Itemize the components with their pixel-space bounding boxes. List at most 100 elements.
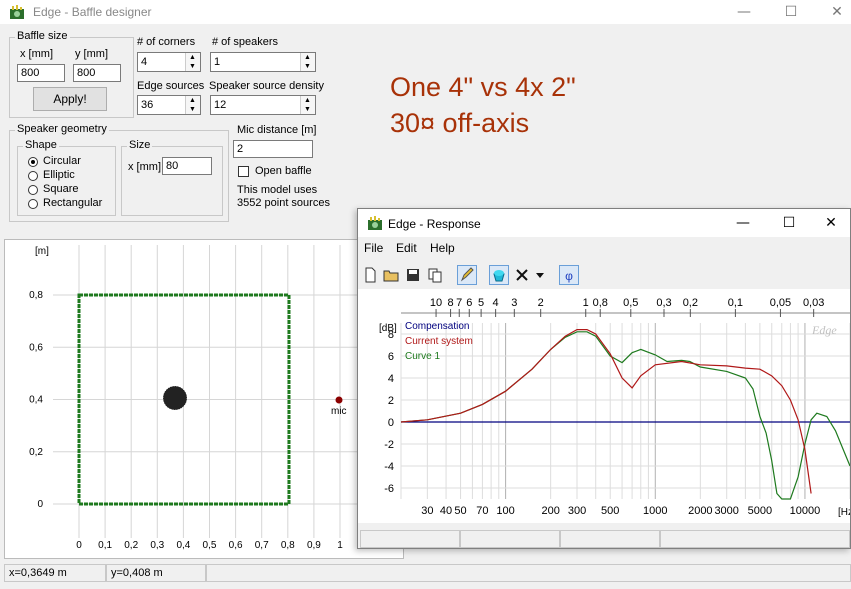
x-tick-label: 10000 [790,505,821,517]
minimize-button[interactable]: — [721,0,767,24]
edge-sources-spinner[interactable]: 36 ▲ ▼ [137,95,201,115]
mic-distance-input[interactable]: 2 [233,140,313,158]
baffle-size-group: Baffle size x [mm] y [mm] 800 800 Apply! [9,30,134,118]
x-tick-label: 2000 [688,505,712,517]
response-close-button[interactable]: ✕ [812,211,850,235]
source-density-spinner[interactable]: 12 ▲ ▼ [210,95,316,115]
baffle-size-label: Baffle size [15,30,70,42]
top-axis-label: 0,03 [803,297,824,309]
radio-square-label: Square [43,183,79,195]
speaker-geometry-label: Speaker geometry [15,123,109,135]
cross-icon[interactable] [512,265,532,285]
speakers-value: 1 [214,56,221,68]
y-tick-label: -2 [384,439,394,451]
top-axis-label: 0,1 [728,297,743,309]
radio-square[interactable] [28,185,38,195]
baffle-y-input[interactable]: 800 [73,64,121,82]
y-tick-label: 2 [388,395,394,407]
top-axis-label: 2 [538,297,544,309]
x-tick-label: 3000 [714,505,738,517]
speakers-spinner[interactable]: 1 ▲ ▼ [210,52,316,72]
source-density-spin-buttons[interactable]: ▲ ▼ [300,96,315,114]
size-x-input[interactable]: 80 [162,157,212,175]
corners-label: # of corners [137,36,196,48]
legend-entry: Curve 1 [405,351,440,362]
menu-help[interactable]: Help [430,241,455,255]
response-chart[interactable]: 10 8 7 6 5 4 3 2 1 0,8 0,5 0,3 0,2 0,1 0,05 0,03 86420-… [358,289,850,523]
close-button[interactable]: ✕ [814,0,851,24]
corners-value: 4 [141,56,148,68]
y-tick-label: 6 [388,351,394,363]
maximize-button[interactable]: ☐ [768,0,814,24]
speaker-geometry-group: Speaker geometry Shape Circular Elliptic… [9,123,229,222]
copy-icon[interactable] [425,265,445,285]
window-title: Edge - Baffle designer [33,5,152,19]
baffle-x-input[interactable]: 800 [17,64,65,82]
response-status-cell [360,530,460,548]
dropdown-arrow-icon[interactable] [533,265,547,285]
corners-spinner[interactable]: 4 ▲ ▼ [137,52,201,72]
title-bar: Edge - Baffle designer — ☐ ✕ [0,0,851,24]
top-axis-label: 4 [493,297,499,309]
baffle-y-tick: 0,8 [29,290,43,301]
open-baffle-checkbox[interactable] [238,166,249,177]
x-tick-label: 50 [454,505,466,517]
baffle-plot[interactable]: [m] 0,8 0,6 0,4 0,2 0 0 0,1 0,2 0,3 0,4 0,5 0,6 0,7… [5,240,405,560]
response-title-bar: Edge - Response — ☐ ✕ [358,209,850,237]
pencil-icon[interactable] [457,265,477,285]
response-status-cell [660,530,850,548]
top-axis-label: 8 [448,297,454,309]
apply-button[interactable]: Apply! [33,87,107,111]
response-minimize-button[interactable]: — [720,211,766,235]
baffle-x-tick: 0,8 [281,540,295,551]
phase-icon[interactable]: φ [559,265,579,285]
x-tick-label: 100 [496,505,514,517]
baffle-x-tick: 0,1 [98,540,112,551]
response-window[interactable]: Edge - Response — ☐ ✕ File Edit Help φ 1… [357,208,851,549]
baffle-x-tick: 0,3 [150,540,164,551]
x-axis-label: [Hz] [838,507,850,518]
mic-marker [335,396,343,404]
baffle-y-tick: 0 [37,499,43,510]
radio-rectangular[interactable] [28,199,38,209]
size-label: Size [127,139,153,151]
baffle-x-tick: 0,2 [124,540,138,551]
open-folder-icon[interactable] [381,265,401,285]
response-app-icon [368,216,382,230]
x-tick-label: 200 [541,505,559,517]
response-window-title: Edge - Response [388,217,481,231]
top-axis-label: 3 [511,297,517,309]
top-axis-label: 0,5 [623,297,638,309]
edge-sources-spin-buttons[interactable]: ▲ ▼ [185,96,200,114]
corners-spin-buttons[interactable]: ▲ ▼ [185,53,200,71]
baffle-y-tick: 0,2 [29,447,43,458]
response-status-cell [560,530,660,548]
radio-rectangular-label: Rectangular [43,197,103,209]
menu-file[interactable]: File [364,241,383,255]
y-axis-label: [dB] [379,323,397,334]
open-baffle-label: Open baffle [255,165,312,177]
baffle-x-tick: 0,7 [255,540,269,551]
baffle-x-tick: 0 [76,540,82,551]
baffle-x-tick: 0,4 [176,540,190,551]
baffle-x-tick: 0,9 [307,540,321,551]
response-maximize-button[interactable]: ☐ [766,211,812,235]
save-icon[interactable] [403,265,423,285]
app-icon [10,5,24,19]
bucket-icon[interactable] [489,265,509,285]
radio-circular[interactable] [28,157,38,167]
baffle-grid [53,245,403,538]
top-axis-label: 10 [430,297,442,309]
menu-edit[interactable]: Edit [396,241,417,255]
radio-elliptic[interactable] [28,171,38,181]
size-group: Size x [mm] 80 [121,139,223,216]
top-axis-label: 1 [583,297,589,309]
baffle-plot-panel[interactable]: [m] 0,8 0,6 0,4 0,2 0 0 0,1 0,2 0,3 0,4 0,5 0,6 0,7… [4,239,404,559]
new-file-icon[interactable] [360,265,380,285]
y-tick-label: -4 [384,461,394,473]
speakers-spin-buttons[interactable]: ▲ ▼ [300,53,315,71]
baffle-x-label: x [mm] [20,48,53,60]
top-axis-label: 5 [478,297,484,309]
y-tick-label: 4 [388,373,394,385]
speaker-source [162,385,188,411]
